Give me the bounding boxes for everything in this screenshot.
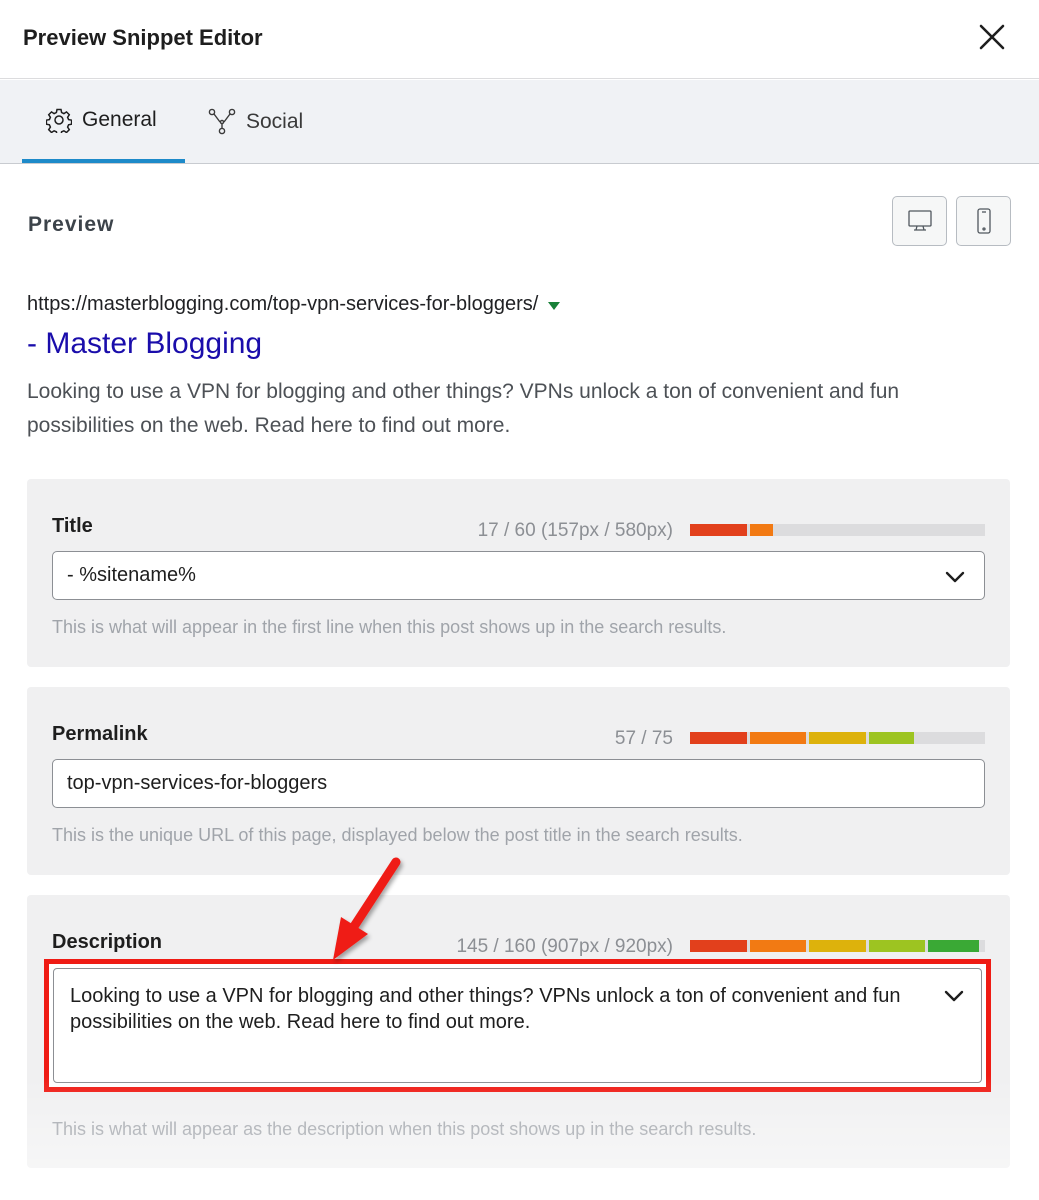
title-field-card: Title 17 / 60 (157px / 580px) - %sitenam…: [27, 479, 1010, 667]
snippet-title[interactable]: - Master Blogging: [27, 327, 262, 361]
tab-social[interactable]: Social: [208, 80, 303, 163]
permalink-input[interactable]: top-vpn-services-for-bloggers: [52, 759, 985, 808]
tab-social-label: Social: [246, 109, 304, 133]
description-textarea[interactable]: Looking to use a VPN for blogging and ot…: [53, 968, 982, 1083]
tab-general[interactable]: General: [22, 80, 185, 163]
meter-segment: [749, 732, 807, 744]
title-label: Title: [52, 515, 93, 537]
tab-general-label: General: [82, 107, 157, 131]
description-length-meter: [690, 940, 985, 952]
meter-segment: [868, 940, 926, 952]
mobile-preview-button[interactable]: [956, 196, 1011, 246]
description-field-card: Description 145 / 160 (907px / 920px) Lo…: [27, 895, 1010, 1168]
modal-header: Preview Snippet Editor: [0, 0, 1039, 79]
snippet-url: https://masterblogging.com/top-vpn-servi…: [27, 293, 561, 316]
mobile-icon: [976, 208, 991, 234]
caret-down-icon: [548, 301, 561, 310]
description-highlight-box: Looking to use a VPN for blogging and ot…: [44, 959, 991, 1092]
preview-heading: Preview: [28, 213, 115, 236]
close-icon: [979, 24, 1005, 50]
permalink-field-card: Permalink 57 / 75 top-vpn-services-for-b…: [27, 687, 1010, 875]
gear-icon: [46, 107, 72, 133]
title-counter: 17 / 60 (157px / 580px): [477, 520, 673, 541]
title-input[interactable]: - %sitename%: [52, 551, 985, 600]
desktop-icon: [907, 210, 932, 231]
permalink-length-meter: [690, 732, 985, 744]
meter-segment: [690, 732, 747, 744]
permalink-input-value: top-vpn-services-for-bloggers: [67, 772, 328, 794]
meter-segment: [749, 524, 773, 536]
title-help-text: This is what will appear in the first li…: [52, 617, 727, 637]
meter-segment: [690, 524, 747, 536]
share-network-icon: [208, 108, 236, 136]
title-input-value: - %sitename%: [67, 564, 196, 586]
meter-segment: [809, 940, 866, 952]
modal-title: Preview Snippet Editor: [23, 25, 263, 50]
close-button[interactable]: [972, 18, 1012, 58]
snippet-url-text: https://masterblogging.com/top-vpn-servi…: [27, 293, 539, 315]
description-help-text: This is what will appear as the descript…: [52, 1119, 757, 1139]
description-label: Description: [52, 931, 163, 953]
tab-bar: General Social: [0, 80, 1039, 164]
meter-segment: [809, 732, 866, 744]
description-textarea-value: Looking to use a VPN for blogging and ot…: [70, 985, 901, 1033]
meter-segment: [928, 940, 980, 952]
chevron-down-icon[interactable]: [943, 985, 965, 1007]
meter-segment: [690, 940, 747, 952]
meter-segment: [868, 732, 915, 744]
description-counter: 145 / 160 (907px / 920px): [456, 936, 673, 957]
permalink-counter: 57 / 75: [614, 728, 673, 749]
permalink-label: Permalink: [52, 723, 148, 745]
chevron-down-icon[interactable]: [944, 566, 966, 588]
desktop-preview-button[interactable]: [892, 196, 947, 246]
meter-segment: [749, 940, 807, 952]
permalink-help-text: This is the unique URL of this page, dis…: [52, 825, 743, 845]
snippet-description: Looking to use a VPN for blogging and ot…: [27, 380, 900, 437]
title-length-meter: [690, 524, 985, 536]
